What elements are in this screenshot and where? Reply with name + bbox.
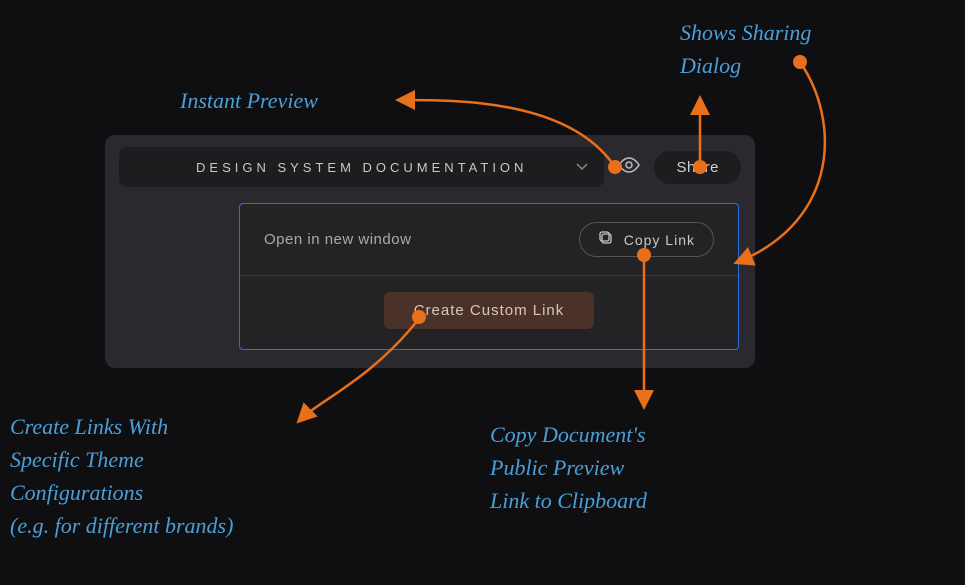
- callout-dot: [693, 160, 707, 174]
- share-popover: Open in new window Copy Link Create Cust…: [239, 203, 739, 350]
- callout-dot: [412, 310, 426, 324]
- annotation-copy-doc: Copy Document's Public Preview Link to C…: [490, 418, 647, 517]
- popover-row: Open in new window Copy Link: [240, 204, 738, 276]
- callout-dot: [793, 55, 807, 69]
- annotation-sharing-dialog: Shows Sharing Dialog: [680, 16, 811, 82]
- chevron-down-icon: [576, 160, 588, 174]
- annotation-instant-preview: Instant Preview: [180, 84, 318, 117]
- create-custom-link-label: Create Custom Link: [414, 302, 565, 319]
- popover-footer: Create Custom Link: [240, 276, 738, 349]
- annotation-create-links: Create Links With Specific Theme Configu…: [10, 410, 233, 542]
- callout-dot: [637, 248, 651, 262]
- topbar: DESIGN SYSTEM DOCUMENTATION Share: [119, 147, 741, 187]
- open-new-window-label: Open in new window: [264, 231, 411, 248]
- copy-link-label: Copy Link: [624, 232, 695, 248]
- document-title: DESIGN SYSTEM DOCUMENTATION: [196, 160, 527, 175]
- callout-dot: [608, 160, 622, 174]
- document-selector[interactable]: DESIGN SYSTEM DOCUMENTATION: [119, 147, 604, 187]
- toolbar-panel: DESIGN SYSTEM DOCUMENTATION Share Open i…: [105, 135, 755, 368]
- copy-icon: [598, 230, 614, 249]
